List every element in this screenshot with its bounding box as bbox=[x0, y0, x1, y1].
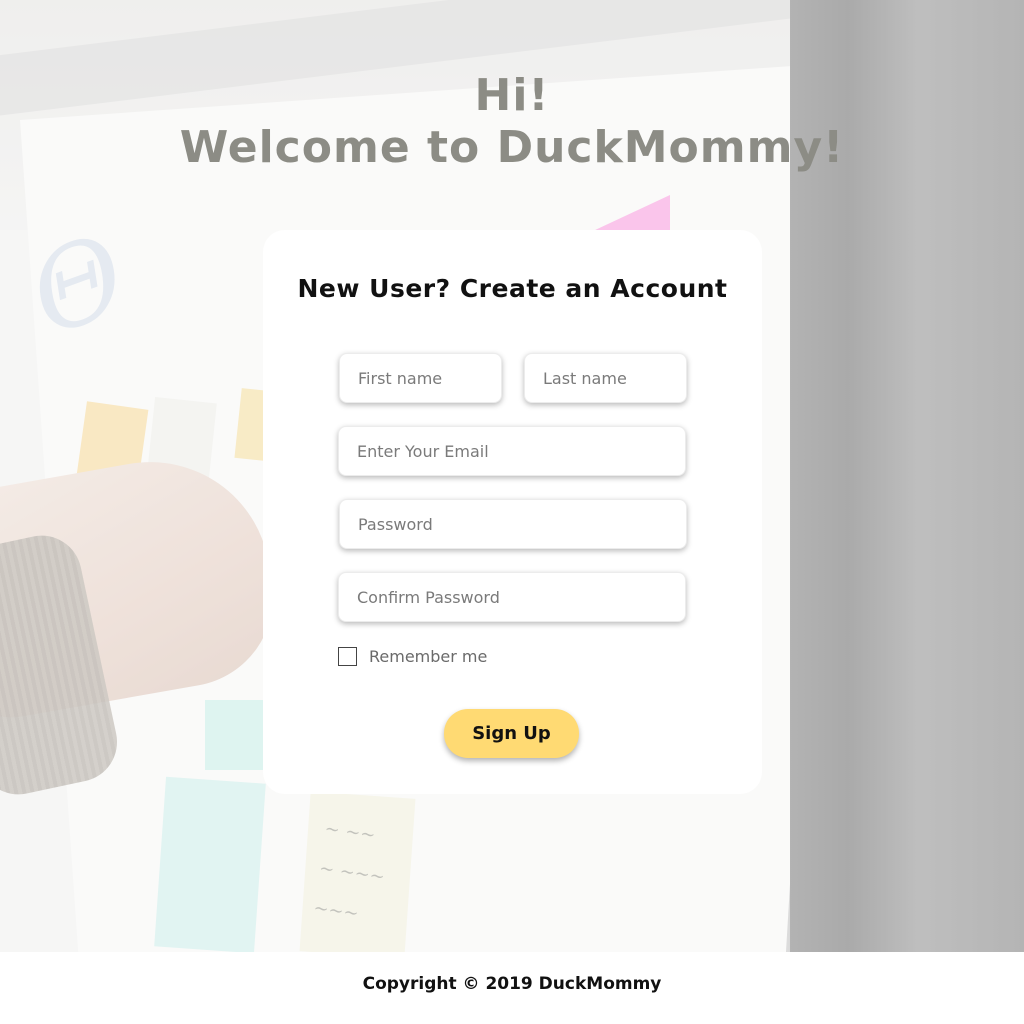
password-field bbox=[339, 499, 687, 549]
confirm-password-field bbox=[338, 572, 686, 622]
first-name-input[interactable] bbox=[340, 354, 501, 402]
footer: Copyright © 2019 DuckMommy bbox=[0, 952, 1024, 1024]
footer-copyright: Copyright © 2019 DuckMommy bbox=[362, 974, 662, 994]
password-input[interactable] bbox=[340, 500, 686, 548]
signup-title: New User? Create an Account bbox=[297, 274, 728, 303]
welcome-heading: Hi! Welcome to DuckMommy! bbox=[0, 70, 1024, 174]
last-name-input[interactable] bbox=[525, 354, 686, 402]
first-name-field bbox=[339, 353, 502, 403]
sign-up-button[interactable]: Sign Up bbox=[444, 709, 579, 758]
remember-me-checkbox[interactable] bbox=[338, 646, 357, 666]
email-input[interactable] bbox=[339, 427, 685, 475]
remember-me-label: Remember me bbox=[369, 646, 488, 666]
last-name-field bbox=[524, 353, 687, 403]
signup-card: New User? Create an Account Remember me … bbox=[263, 230, 762, 794]
confirm-password-input[interactable] bbox=[339, 573, 685, 621]
welcome-heading-line1: Hi! bbox=[474, 70, 550, 121]
remember-me-row[interactable]: Remember me bbox=[338, 645, 487, 667]
background-photo: Θ ~ ~~~ ~~~~~~~~ Hi! Welcome to DuckMomm… bbox=[0, 0, 1024, 952]
email-field bbox=[338, 426, 686, 476]
welcome-heading-line2: Welcome to DuckMommy! bbox=[179, 122, 845, 173]
